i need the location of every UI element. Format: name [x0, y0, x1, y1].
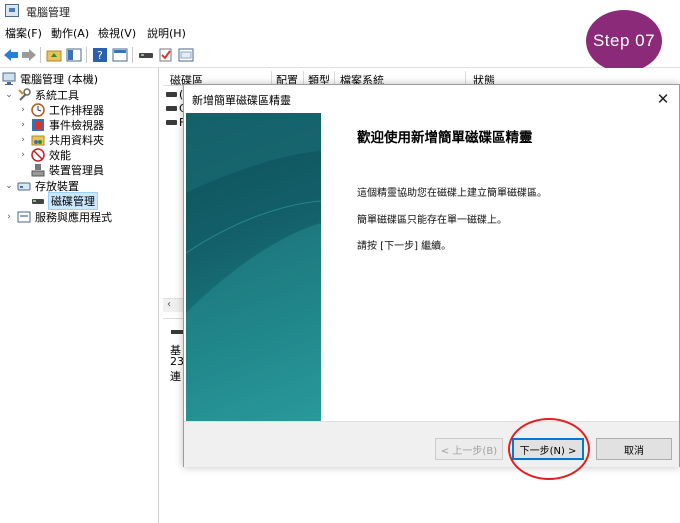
- tree-item-performance[interactable]: › 效能: [18, 147, 71, 163]
- tree-item-task-scheduler[interactable]: › 工作排程器: [18, 102, 104, 118]
- wizard-paragraph: 這個精靈協助您在磁碟上建立簡單磁碟區。: [357, 188, 547, 199]
- window-title: 電腦管理: [26, 6, 70, 19]
- check-icon[interactable]: [157, 46, 175, 64]
- tree-item-label: 服務與應用程式: [35, 211, 112, 224]
- back-arrow-icon[interactable]: [2, 46, 20, 64]
- disk-info-line: 連: [170, 370, 181, 383]
- tree-item-label: 裝置管理員: [49, 164, 104, 177]
- folder-up-icon[interactable]: [45, 46, 63, 64]
- disk-info-line: 23: [170, 355, 184, 368]
- console-icon[interactable]: [177, 46, 195, 64]
- computer-icon: [2, 72, 16, 86]
- scroll-left-icon[interactable]: ‹: [167, 299, 171, 310]
- menu-file[interactable]: 檔案(F): [5, 25, 42, 41]
- menu-help[interactable]: 說明(H): [147, 25, 186, 41]
- chevron-right-icon[interactable]: ›: [18, 150, 28, 160]
- tree-item-storage[interactable]: ⌄ 存放裝置: [4, 178, 79, 194]
- volume-icon: [166, 106, 177, 111]
- cancel-button[interactable]: 取消: [596, 438, 672, 460]
- chevron-right-icon[interactable]: ›: [4, 212, 14, 222]
- performance-icon: [31, 148, 45, 162]
- device-manager-icon: [31, 163, 45, 177]
- toolbar: ?: [0, 42, 680, 68]
- tools-icon: [17, 88, 31, 102]
- new-simple-volume-wizard: 新增簡單磁碟區精靈 ✕ 歡迎使用新增簡單磁碟區精靈 這個精靈協助您在磁碟上建立簡…: [183, 84, 680, 467]
- clock-icon: [31, 103, 45, 117]
- show-pane-icon[interactable]: [65, 46, 83, 64]
- tree-item-device-manager[interactable]: 裝置管理員: [31, 162, 104, 178]
- event-viewer-icon: [31, 118, 45, 132]
- menu-bar: 檔案(F) 動作(A) 檢視(V) 說明(H): [0, 22, 680, 42]
- tree-item-services-apps[interactable]: › 服務與應用程式: [4, 209, 112, 225]
- back-button[interactable]: < 上一步(B): [435, 438, 503, 460]
- volume-icon: [166, 92, 177, 97]
- disk-management-icon: [31, 194, 45, 208]
- tree-item-label: 系統工具: [35, 89, 79, 102]
- svg-text:?: ?: [97, 49, 103, 62]
- chevron-right-icon[interactable]: ›: [18, 105, 28, 115]
- tree-item-label: 工作排程器: [49, 104, 104, 117]
- tree-item-label: 磁碟管理: [48, 192, 98, 210]
- tree-item-system-tools[interactable]: ⌄ 系統工具: [4, 87, 79, 103]
- tree-item-label: 效能: [49, 149, 71, 162]
- tree-root-label: 電腦管理 (本機): [20, 73, 99, 86]
- navigation-tree: 電腦管理 (本機) ⌄ 系統工具 › 工作排程器 › 事件檢視器 › 共用資料夾…: [0, 68, 159, 523]
- shared-folder-icon: [31, 133, 45, 147]
- tree-item-disk-management[interactable]: 磁碟管理: [31, 192, 98, 210]
- tree-item-event-viewer[interactable]: › 事件檢視器: [18, 117, 104, 133]
- title-bar: 電腦管理: [0, 0, 680, 22]
- forward-arrow-icon[interactable]: [20, 46, 38, 64]
- wizard-paragraph: 請按 [下一步] 繼續。: [357, 241, 452, 252]
- highlight-circle: [508, 418, 590, 480]
- tree-item-label: 事件檢視器: [49, 119, 104, 132]
- chevron-down-icon[interactable]: ⌄: [4, 90, 14, 100]
- tree-item-shared-folders[interactable]: › 共用資料夾: [18, 132, 104, 148]
- chevron-right-icon[interactable]: ›: [18, 120, 28, 130]
- chevron-right-icon[interactable]: ›: [18, 135, 28, 145]
- wizard-title: 新增簡單磁碟區精靈: [192, 94, 291, 107]
- disk-icon: [171, 330, 183, 334]
- close-icon[interactable]: ✕: [653, 89, 673, 109]
- tree-root[interactable]: 電腦管理 (本機): [2, 71, 98, 87]
- menu-view[interactable]: 檢視(V): [98, 25, 136, 41]
- menu-action[interactable]: 動作(A): [51, 25, 89, 41]
- wizard-content: 歡迎使用新增簡單磁碟區精靈 這個精靈協助您在磁碟上建立簡單磁碟區。 簡單磁碟區只…: [321, 113, 677, 421]
- wizard-footer: < 上一步(B) 下一步(N) > 取消: [184, 421, 679, 467]
- wizard-title-bar: 新增簡單磁碟區精靈 ✕: [184, 85, 679, 113]
- services-icon: [17, 210, 31, 224]
- tree-item-label: 共用資料夾: [49, 134, 104, 147]
- properties-icon[interactable]: [111, 46, 129, 64]
- storage-icon: [17, 179, 31, 193]
- step-badge: Step 07: [586, 10, 662, 72]
- tree-item-label: 存放裝置: [35, 180, 79, 193]
- list-item[interactable]: (: [166, 88, 183, 101]
- disk-icon[interactable]: [137, 46, 155, 64]
- chevron-down-icon[interactable]: ⌄: [4, 181, 14, 191]
- wizard-paragraph: 簡單磁碟區只能存在單一磁碟上。: [357, 215, 507, 226]
- computer-management-icon: [5, 4, 19, 17]
- wizard-heading: 歡迎使用新增簡單磁碟區精靈: [357, 130, 533, 146]
- volume-icon: [166, 120, 177, 125]
- help-icon[interactable]: ?: [91, 46, 109, 64]
- wizard-banner: [186, 113, 321, 421]
